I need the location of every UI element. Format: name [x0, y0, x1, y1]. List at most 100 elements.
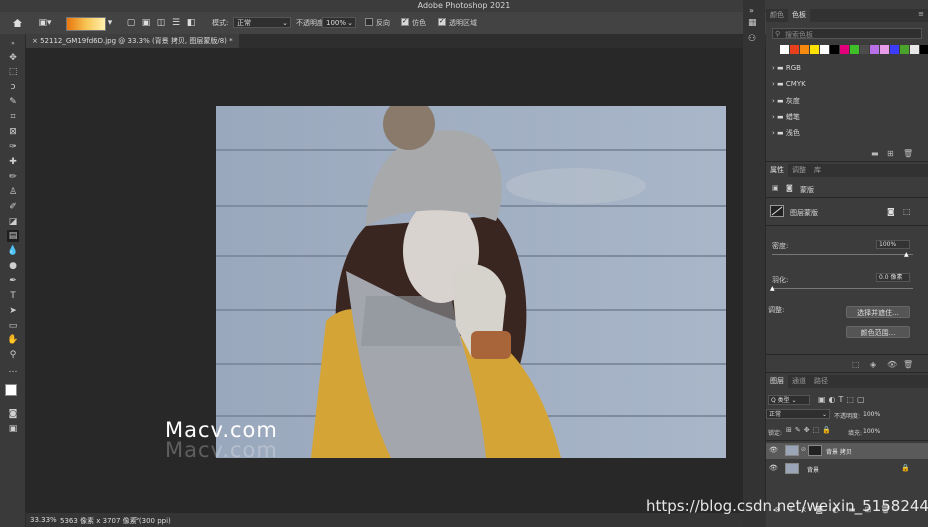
- type-tool-icon[interactable]: T: [7, 290, 19, 302]
- frame-tool-icon[interactable]: ⊠: [7, 126, 19, 138]
- new-group-icon[interactable]: ▬: [871, 149, 879, 158]
- radial-gradient-icon[interactable]: ▣: [141, 17, 151, 29]
- gradient-preview[interactable]: [66, 17, 106, 31]
- dodge-tool-icon[interactable]: ●: [7, 260, 19, 272]
- panel-menu-icon[interactable]: ≡: [918, 10, 924, 18]
- layer-opacity-value[interactable]: 100%: [863, 411, 880, 418]
- tab-paths[interactable]: 路径: [810, 375, 832, 388]
- opacity-field[interactable]: 100% ⌄: [322, 17, 356, 28]
- color-swatch[interactable]: [840, 45, 849, 54]
- zoom-tool-icon[interactable]: ⚲: [7, 349, 19, 361]
- color-swatch[interactable]: [850, 45, 859, 54]
- lasso-tool-icon[interactable]: ↄ: [7, 81, 19, 93]
- eyedropper-tool-icon[interactable]: ✑: [7, 141, 19, 153]
- visibility-eye-icon[interactable]: 👁: [769, 464, 778, 472]
- reflected-gradient-icon[interactable]: ☰: [171, 17, 181, 29]
- clone-stamp-tool-icon[interactable]: ♙: [7, 186, 19, 198]
- mode-select[interactable]: 正常 ⌄: [233, 17, 291, 28]
- diamond-gradient-icon[interactable]: ◧: [186, 17, 196, 29]
- color-swatch[interactable]: [890, 45, 899, 54]
- feather-slider-handle[interactable]: ▲: [770, 285, 775, 292]
- delete-mask-icon[interactable]: 🗑: [903, 360, 913, 369]
- toggle-mask-icon[interactable]: 👁: [887, 360, 897, 369]
- color-swatch[interactable]: [790, 45, 799, 54]
- more-tools-icon[interactable]: …: [7, 364, 19, 376]
- select-and-mask-button[interactable]: 选择并遮住...: [846, 306, 910, 318]
- history-brush-tool-icon[interactable]: ✐: [7, 201, 19, 213]
- mask-thumbnail[interactable]: [770, 205, 784, 217]
- pen-tool-icon[interactable]: ✒: [7, 275, 19, 287]
- layer-row-background-copy[interactable]: 👁 ⊘ 背景 拷贝: [766, 443, 928, 459]
- layer-mask-thumbnail[interactable]: [808, 445, 822, 456]
- feather-slider[interactable]: [772, 288, 913, 289]
- healing-brush-tool-icon[interactable]: ✚: [7, 156, 19, 168]
- tab-layers[interactable]: 图层: [766, 375, 788, 388]
- link-icon[interactable]: ⊘: [801, 446, 806, 453]
- swatch-group-rgb[interactable]: › ▬ RGB: [772, 62, 801, 75]
- status-arrow-icon[interactable]: >: [134, 515, 140, 523]
- swatch-group-cmyk[interactable]: › ▬ CMYK: [772, 78, 806, 91]
- blur-tool-icon[interactable]: 💧: [7, 245, 19, 257]
- swatch-group-light[interactable]: › ▬ 浅色: [772, 127, 800, 140]
- quick-mask-icon[interactable]: ◙: [7, 408, 19, 420]
- dither-checkbox[interactable]: [401, 17, 409, 26]
- tab-adjustments[interactable]: 调整: [788, 164, 810, 177]
- swatch-group-gray[interactable]: › ▬ 灰度: [772, 95, 800, 108]
- swatch-group-pastel[interactable]: › ▬ 蜡笔: [772, 111, 800, 124]
- move-tool-icon[interactable]: ✥: [7, 52, 19, 64]
- linear-gradient-icon[interactable]: ▢: [126, 17, 136, 29]
- color-swatch[interactable]: [810, 45, 819, 54]
- zoom-level[interactable]: 33.33%: [30, 516, 57, 524]
- fill-value[interactable]: 100%: [863, 428, 880, 435]
- document-tab[interactable]: × 52112_GM19fd6D.jpg @ 33.3% (背景 拷贝, 图层蒙…: [26, 34, 239, 48]
- lock-icons[interactable]: ⊞✎✥⬚🔒: [786, 426, 834, 434]
- color-swatch[interactable]: [880, 45, 889, 54]
- color-range-button[interactable]: 颜色范围...: [846, 326, 910, 338]
- visibility-eye-icon[interactable]: 👁: [769, 446, 778, 454]
- color-swatch[interactable]: [900, 45, 909, 54]
- reverse-checkbox[interactable]: [365, 18, 373, 26]
- apply-mask-icon[interactable]: ◈: [870, 360, 876, 369]
- angle-gradient-icon[interactable]: ◫: [156, 17, 166, 29]
- layer-kind-filter[interactable]: Q 类型 ⌄: [768, 395, 810, 405]
- color-swatch[interactable]: [820, 45, 829, 54]
- layer-filter-icons[interactable]: ▣◐T⬚▢: [818, 395, 868, 404]
- color-swatch[interactable]: [830, 45, 839, 54]
- color-swatch[interactable]: [800, 45, 809, 54]
- add-vector-mask-icon[interactable]: ⬚: [903, 207, 911, 216]
- gradient-dropdown-icon[interactable]: ▾: [106, 17, 114, 29]
- tab-channels[interactable]: 通道: [788, 375, 810, 388]
- delete-swatch-icon[interactable]: 🗑: [903, 149, 913, 158]
- crop-tool-icon[interactable]: ⌗: [7, 111, 19, 123]
- color-swatch[interactable]: [870, 45, 879, 54]
- tab-color[interactable]: 颜色: [766, 9, 788, 22]
- eraser-tool-icon[interactable]: ◪: [7, 216, 19, 228]
- density-field[interactable]: 100%: [876, 240, 910, 249]
- screen-mode-icon[interactable]: ▣: [7, 423, 19, 435]
- collapse-dock-icon[interactable]: »: [749, 6, 754, 15]
- hand-tool-icon[interactable]: ✋: [7, 334, 19, 346]
- foreground-color-swatch[interactable]: [5, 384, 17, 396]
- new-swatch-icon[interactable]: ⊞: [887, 149, 894, 158]
- home-icon[interactable]: [10, 17, 24, 29]
- rectangle-tool-icon[interactable]: ▭: [7, 320, 19, 332]
- quick-select-tool-icon[interactable]: ✎: [7, 96, 19, 108]
- color-swatch[interactable]: [910, 45, 919, 54]
- tab-properties[interactable]: 属性: [766, 164, 788, 177]
- path-selection-tool-icon[interactable]: ➤: [7, 305, 19, 317]
- blend-mode-select[interactable]: 正常 ⌄: [766, 409, 830, 419]
- collapse-icon[interactable]: »: [7, 38, 19, 50]
- swatch-search-input[interactable]: ⚲ 搜索色板: [772, 28, 922, 39]
- marquee-tool-icon[interactable]: ⬚: [7, 66, 19, 78]
- select-pixel-mask-icon[interactable]: ◙: [887, 207, 895, 216]
- gradient-tool-icon[interactable]: ▤: [7, 230, 19, 242]
- tab-close-icon[interactable]: ×: [32, 37, 40, 45]
- brush-tool-icon[interactable]: ✏: [7, 171, 19, 183]
- load-selection-icon[interactable]: ⬚: [852, 360, 860, 369]
- info-icon[interactable]: ⚇: [748, 34, 756, 44]
- document-image[interactable]: [216, 106, 726, 458]
- history-icon[interactable]: ▦: [748, 18, 757, 28]
- density-slider-handle[interactable]: ▲: [904, 251, 909, 258]
- feather-field[interactable]: 0.0 像素: [876, 273, 910, 282]
- tool-preset-icon[interactable]: ▣▾: [35, 17, 55, 29]
